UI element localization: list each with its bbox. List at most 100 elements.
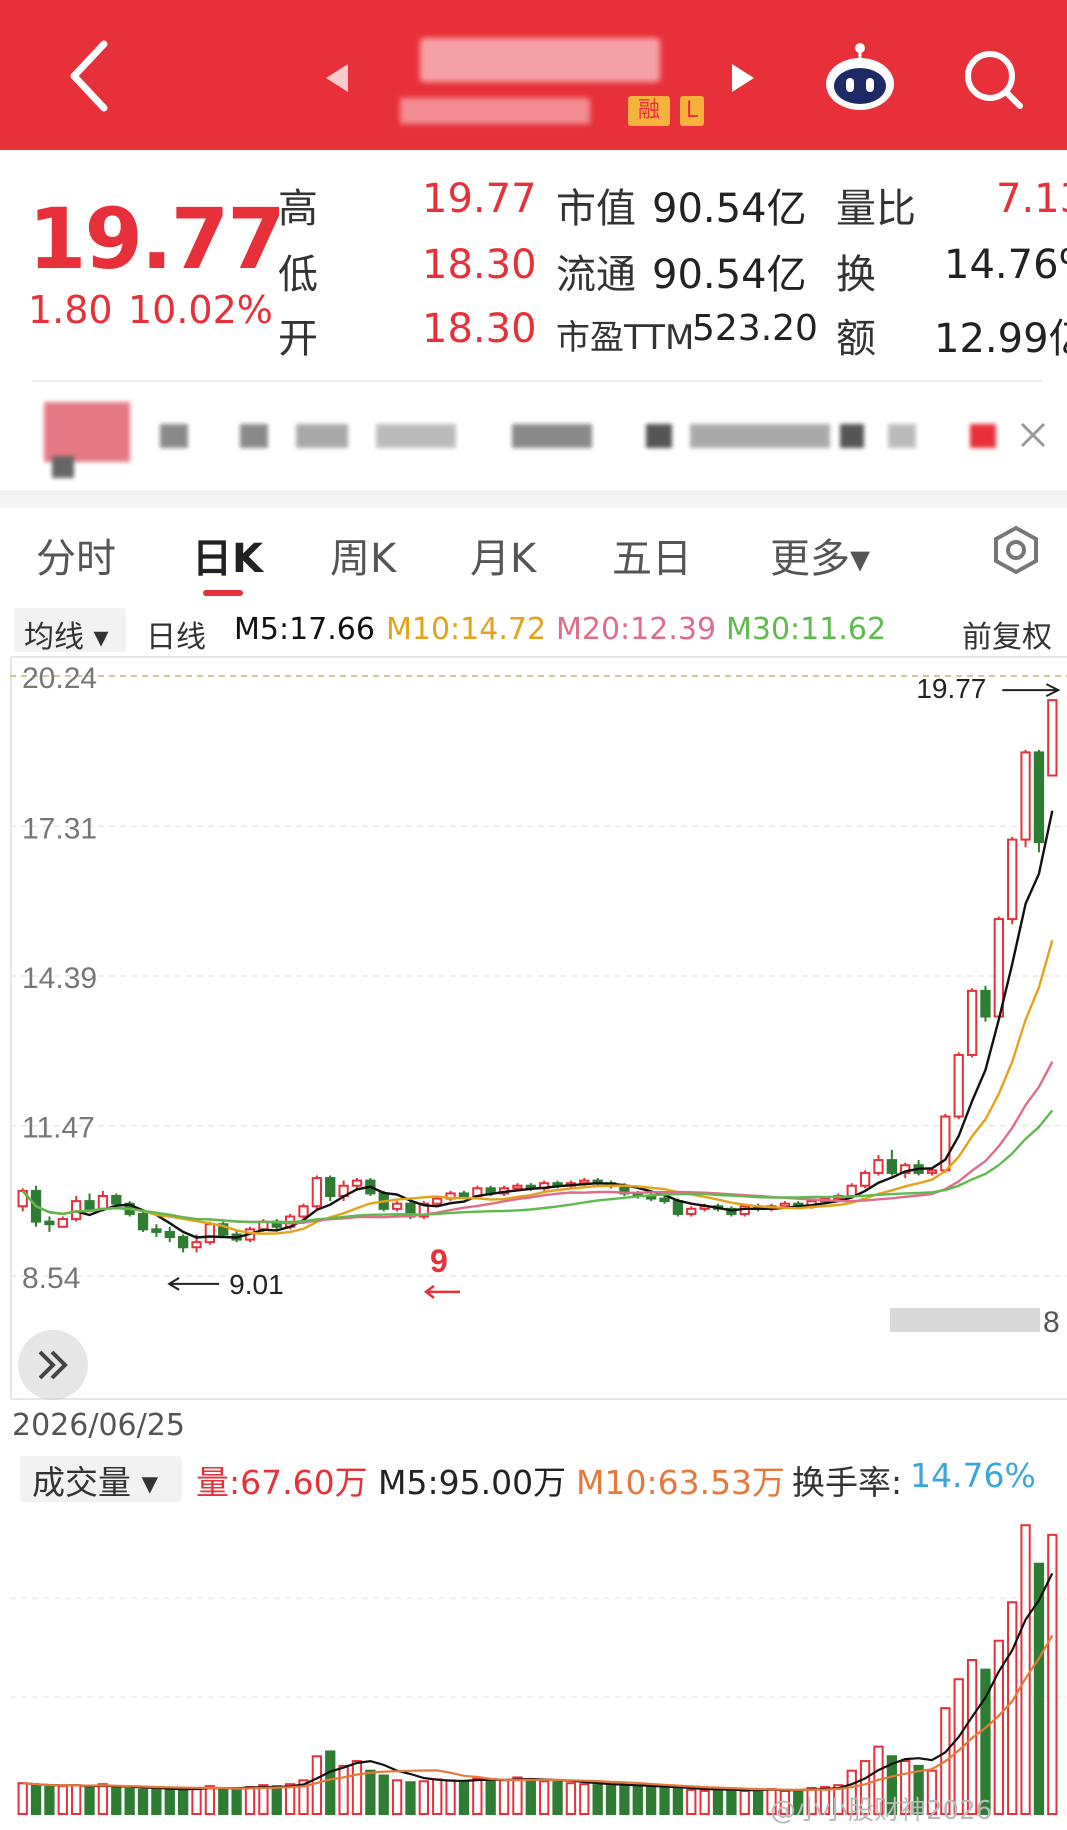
candle-body (298, 1205, 309, 1218)
candle-body (204, 1223, 216, 1244)
market-cap-label: 市值 (556, 186, 636, 232)
volume-bar (244, 1786, 256, 1815)
volume-bar (84, 1786, 95, 1815)
candle-body (57, 1218, 68, 1228)
candle-body (953, 1053, 964, 1118)
tab-monthly-k[interactable]: 月K (470, 526, 536, 584)
level-badge: L (680, 96, 704, 126)
volume-bar (752, 1788, 764, 1815)
tab-weekly-k[interactable]: 周K (330, 526, 396, 584)
volume-bar (686, 1788, 697, 1815)
candle-body (351, 1179, 363, 1187)
volume-bar (191, 1787, 202, 1816)
candle-body (859, 1171, 871, 1187)
high-value: 19.77 (422, 176, 537, 222)
candle-body (432, 1197, 443, 1205)
turnover-value: 14.76% (944, 242, 1067, 288)
tab-more[interactable]: 更多▾ (770, 526, 870, 584)
volume-bar (178, 1788, 189, 1815)
y-tick-label: 17.31 (22, 812, 97, 845)
ma30-value: M30:11.62 (726, 612, 887, 647)
news-banner-blurred[interactable] (0, 392, 1067, 492)
volume-bar (512, 1776, 523, 1815)
ma10-line (21, 939, 1054, 1235)
kline-chart[interactable]: 20.24 17.31 14.39 11.47 8.54 19.77 9.01 9 8 (10, 656, 1067, 1400)
volume-bar (284, 1783, 296, 1816)
candle-body (846, 1184, 857, 1198)
event-marker-label: 9 (430, 1243, 448, 1279)
volume-bar (231, 1787, 242, 1816)
volume-m10: M10:63.53万 (576, 1463, 786, 1502)
volume-bar (351, 1760, 363, 1815)
open-label: 开 (278, 316, 318, 362)
volume-bar (71, 1784, 82, 1815)
high-price-label: 19.77 (916, 673, 986, 704)
low-value: 18.30 (422, 242, 537, 288)
close-icon[interactable] (1016, 418, 1050, 452)
volume-bar (539, 1780, 550, 1815)
volume-bar (338, 1764, 349, 1815)
volume-bar (164, 1787, 175, 1816)
volume-chart[interactable] (10, 1498, 1067, 1820)
candle-body (111, 1195, 122, 1205)
period-tabs: 分时 日K 周K 月K 五日 更多▾ (0, 508, 1067, 598)
volume-bar (151, 1787, 162, 1816)
tab-intraday[interactable]: 分时 (36, 526, 116, 584)
robot-assistant-icon[interactable] (822, 40, 898, 116)
volume-bar (365, 1769, 376, 1815)
stock-name-blurred (420, 38, 660, 82)
expand-chart-button[interactable] (18, 1330, 88, 1400)
tab-five-day[interactable]: 五日 (612, 526, 692, 584)
volume-bar (271, 1785, 282, 1815)
ma5-value: M5:17.66 (234, 612, 375, 647)
volume-bar (739, 1789, 750, 1815)
float-cap-label: 流通 (556, 252, 636, 298)
price-change-pct: 10.02% (128, 288, 273, 332)
search-icon[interactable] (960, 46, 1026, 112)
section-separator (0, 490, 1067, 508)
volume-bar (565, 1782, 577, 1816)
ma30-line (21, 1109, 1054, 1224)
volume-bar (498, 1779, 510, 1815)
divider (32, 380, 1042, 382)
pe-ttm-label: 市盈TTM (556, 318, 695, 358)
watermark: @小小股财神2026 (770, 1796, 993, 1826)
start-date: 2026/06/25 (12, 1408, 185, 1443)
adjust-mode[interactable]: 前复权 (962, 612, 1052, 656)
volume-bar (57, 1785, 68, 1815)
volume-bar (432, 1778, 443, 1816)
candle-body (325, 1177, 336, 1197)
y-tick-label: 20.24 (22, 662, 97, 695)
volume-bar (619, 1784, 630, 1815)
candle-body (1033, 751, 1045, 844)
volume-bar (311, 1755, 323, 1815)
turnover-rate-label: 换手率: (792, 1463, 903, 1502)
candle-body (672, 1200, 684, 1215)
tab-daily-k[interactable]: 日K (192, 526, 263, 584)
end-date-label: 8 (1043, 1306, 1060, 1339)
candle-body (97, 1195, 109, 1210)
volume-bar (1007, 1601, 1018, 1815)
back-icon[interactable] (62, 36, 122, 116)
settings-hexagon-icon[interactable] (990, 524, 1042, 576)
volume-bar (726, 1788, 737, 1815)
end-date-blurred (890, 1308, 1040, 1332)
candle-body (84, 1200, 95, 1210)
candle-body (311, 1177, 323, 1208)
stock-code-blurred (400, 98, 590, 124)
candle-body (512, 1184, 523, 1190)
candle-body (993, 918, 1004, 1018)
low-price-arrow (167, 1277, 220, 1291)
volume-ma10-line (22, 1634, 1054, 1792)
amount-label: 额 (836, 316, 876, 362)
candle-body (137, 1212, 149, 1231)
market-cap-value: 90.54亿 (652, 186, 807, 232)
turnover-label: 换 (836, 252, 876, 298)
volume-bar (44, 1786, 55, 1815)
next-stock-icon[interactable] (726, 60, 762, 96)
volume-bar (605, 1785, 617, 1815)
last-price: 19.77 (28, 190, 286, 288)
prev-stock-icon[interactable] (318, 60, 354, 96)
candle-body (980, 989, 991, 1018)
candle-body (926, 1169, 938, 1174)
